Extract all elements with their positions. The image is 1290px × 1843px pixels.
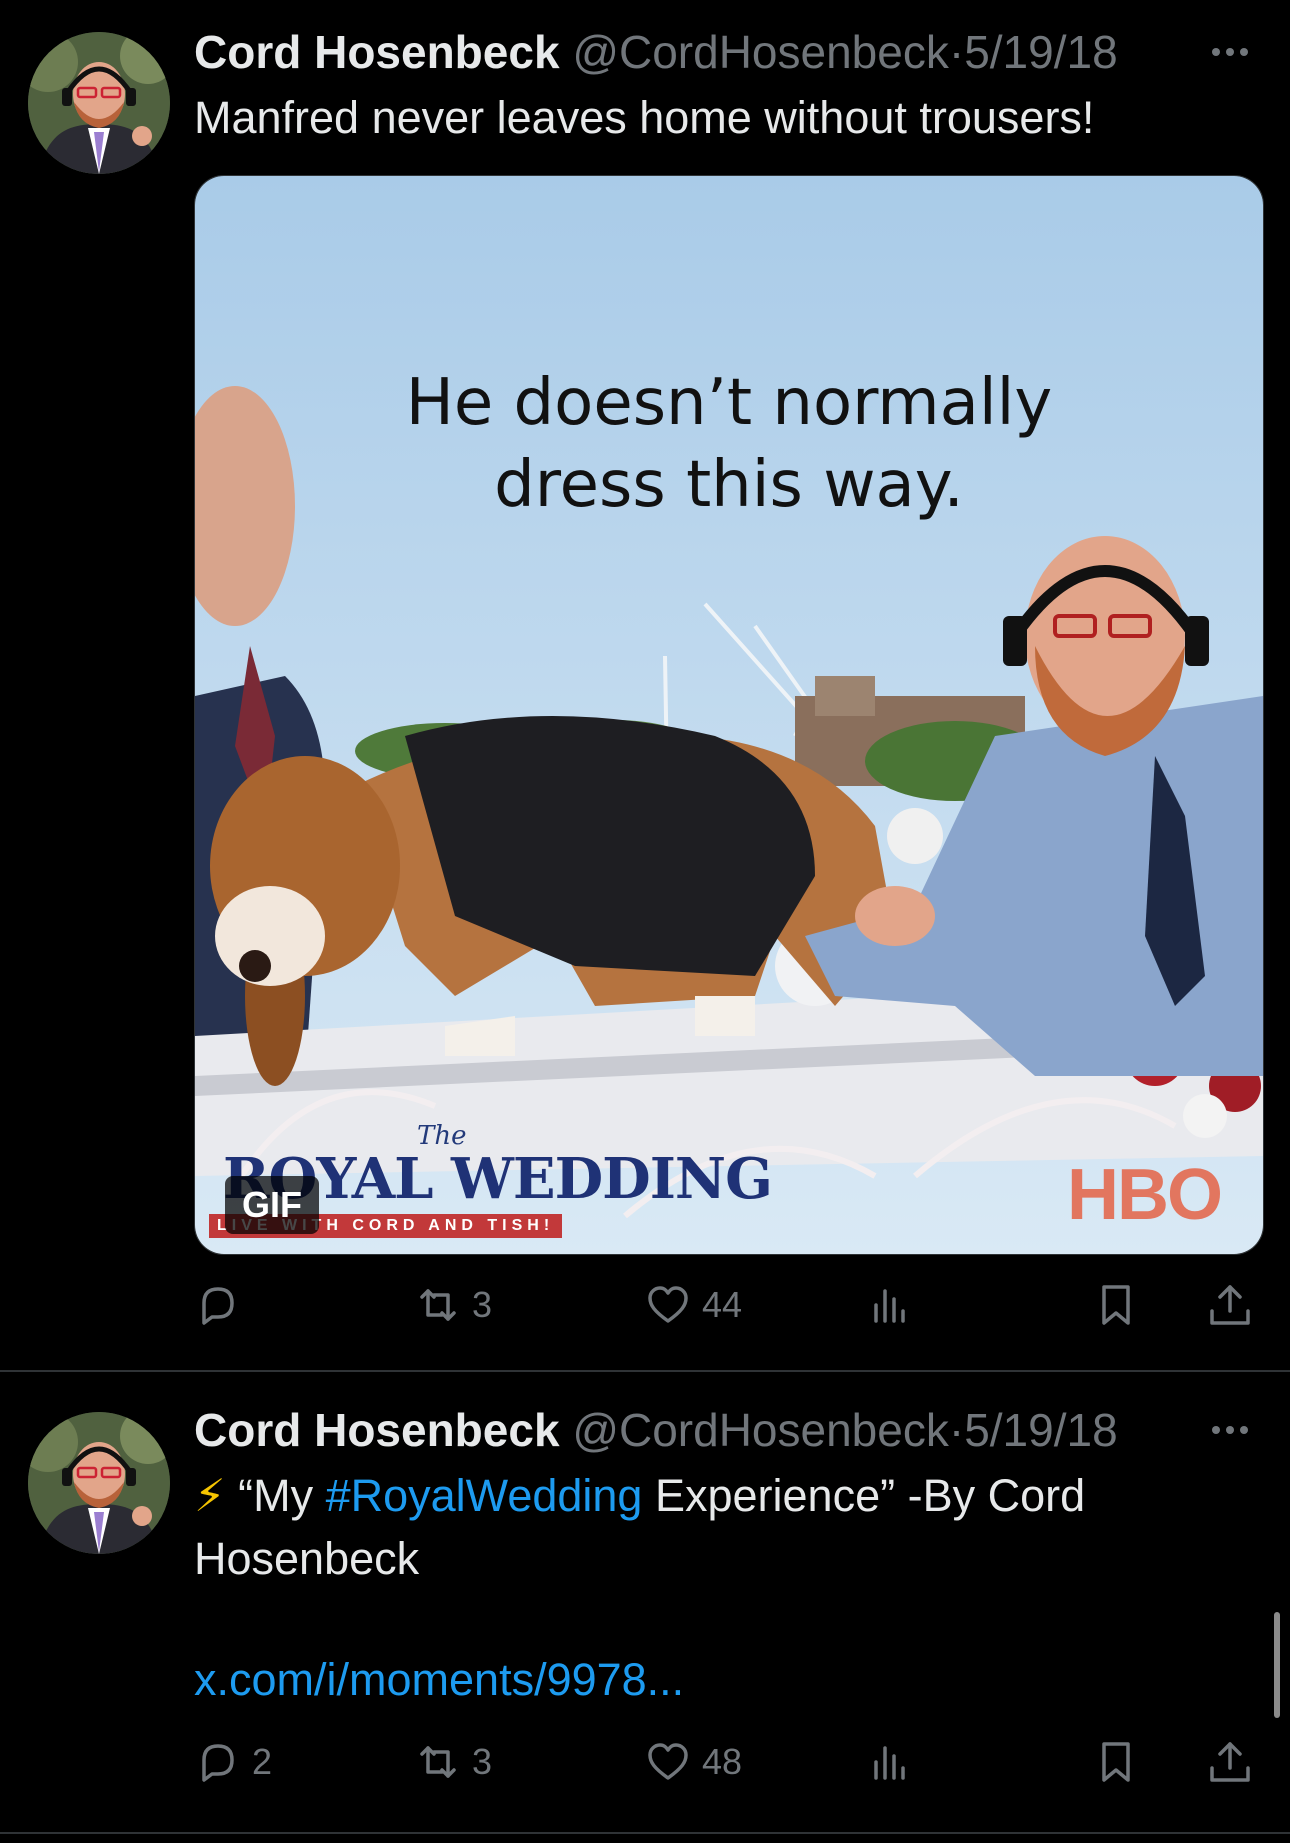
gif-caption-line1: He doesn’t normally — [405, 366, 1053, 440]
share-icon — [1210, 1742, 1250, 1782]
repost-icon — [420, 1746, 456, 1778]
tweet[interactable]: Cord Hosenbeck @CordHosenbeck·5/19/18 ⚡ … — [0, 1372, 1290, 1832]
bookmark-button[interactable] — [1092, 1275, 1140, 1335]
share-button[interactable] — [1206, 1732, 1254, 1792]
tweet-date[interactable]: 5/19/18 — [964, 1404, 1117, 1456]
reply-icon — [202, 1287, 234, 1325]
like-icon — [648, 1743, 688, 1780]
like-button[interactable]: 48 — [644, 1732, 742, 1792]
separator-dot: · — [948, 26, 965, 78]
repost-count: 3 — [472, 1284, 493, 1325]
reply-button[interactable] — [194, 1275, 252, 1335]
tweet-text-rest: Experience” -By Cord — [642, 1470, 1086, 1521]
like-count: 44 — [702, 1284, 743, 1325]
tweet-actions: 3 44 — [194, 1275, 1262, 1335]
share-icon — [1210, 1285, 1250, 1325]
scrollbar[interactable] — [1274, 1612, 1280, 1718]
more-icon[interactable] — [1200, 22, 1260, 82]
views-icon — [874, 1289, 905, 1323]
tweet-actions: 2 3 48 — [194, 1732, 1262, 1792]
hashtag-link[interactable]: #RoyalWedding — [326, 1470, 643, 1521]
repost-button[interactable]: 3 — [414, 1732, 492, 1792]
reply-button[interactable]: 2 — [194, 1732, 272, 1792]
network-logo: HBO — [1067, 1155, 1223, 1235]
tweet-date[interactable]: 5/19/18 — [964, 26, 1117, 78]
separator-dot: · — [948, 1404, 965, 1456]
tweet-divider — [0, 1832, 1290, 1834]
views-button[interactable] — [866, 1732, 914, 1792]
repost-count: 3 — [472, 1741, 493, 1782]
tweet-text: ⚡ “My #RoyalWedding Experience” -By Cord… — [194, 1464, 1230, 1590]
reply-count: 2 — [252, 1741, 273, 1782]
lightning-emoji: ⚡ — [194, 1470, 226, 1521]
reply-icon — [202, 1744, 234, 1782]
like-icon — [648, 1286, 688, 1323]
bookmark-icon — [1102, 1742, 1130, 1782]
bookmark-button[interactable] — [1092, 1732, 1140, 1792]
author-handle[interactable]: @CordHosenbeck — [572, 26, 949, 78]
gif-badge: GIF — [225, 1176, 319, 1234]
repost-button[interactable]: 3 — [414, 1275, 492, 1335]
avatar[interactable] — [28, 32, 170, 174]
like-button[interactable]: 44 — [644, 1275, 742, 1335]
tweet[interactable]: Cord Hosenbeck @CordHosenbeck·5/19/18 Ma… — [0, 0, 1290, 1370]
gif-caption-line2: dress this way. — [494, 448, 964, 522]
author-name[interactable]: Cord Hosenbeck — [194, 26, 560, 78]
tweet-header: Cord Hosenbeck @CordHosenbeck·5/19/18 — [194, 1400, 1250, 1460]
bookmark-icon — [1102, 1285, 1130, 1325]
repost-icon — [420, 1289, 456, 1321]
tweet-text-line2: Hosenbeck — [194, 1533, 420, 1584]
author-name[interactable]: Cord Hosenbeck — [194, 1404, 560, 1456]
more-icon[interactable] — [1200, 1400, 1260, 1460]
views-icon — [874, 1746, 905, 1780]
tweet-text-open: “My — [225, 1470, 326, 1521]
tweet-media-gif[interactable]: He doesn’t normally dress this way. The … — [194, 175, 1264, 1255]
like-count: 48 — [702, 1741, 743, 1782]
avatar[interactable] — [28, 1412, 170, 1554]
tweet-header: Cord Hosenbeck @CordHosenbeck·5/19/18 — [194, 22, 1250, 82]
author-handle[interactable]: @CordHosenbeck — [572, 1404, 949, 1456]
share-button[interactable] — [1206, 1275, 1254, 1335]
tweet-text: Manfred never leaves home without trouse… — [194, 92, 1095, 143]
views-button[interactable] — [866, 1275, 914, 1335]
moment-link[interactable]: x.com/i/moments/9978... — [194, 1648, 1230, 1711]
